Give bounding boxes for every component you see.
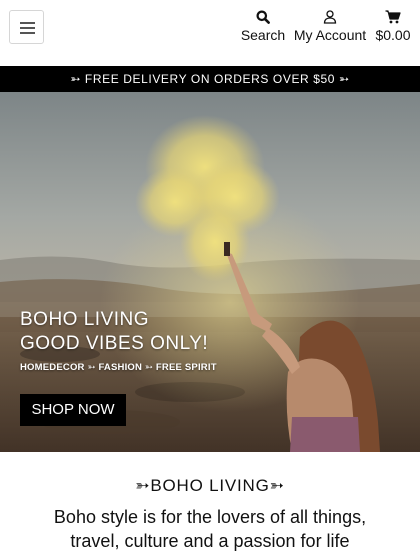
search-label: Search <box>240 27 286 43</box>
search-icon <box>256 10 270 24</box>
hero-title: BOHO LIVING GOOD VIBES ONLY! <box>20 308 208 356</box>
hero-title-line-1: BOHO LIVING <box>20 309 150 330</box>
announcement-bar: ➳ FREE DELIVERY ON ORDERS OVER $50 ➳ <box>0 66 420 92</box>
cart-link[interactable]: $0.00 <box>372 8 414 48</box>
hero-title-line-2: GOOD VIBES ONLY! <box>20 333 209 354</box>
hamburger-icon-bar <box>20 27 35 29</box>
cart-total: $0.00 <box>375 27 411 43</box>
cart-icon <box>385 10 401 24</box>
section-title: ➳BOHO LIVING➳ <box>135 476 285 495</box>
hero-banner: BOHO LIVING GOOD VIBES ONLY! HOMEDECOR ➳… <box>0 92 420 452</box>
menu-button[interactable] <box>9 10 44 44</box>
hamburger-icon-bar <box>20 32 35 34</box>
hero-subtitle: HOMEDECOR ➳ FASHION ➳ FREE SPIRIT <box>20 362 217 373</box>
section-description: Boho style is for the lovers of all thin… <box>53 507 367 551</box>
site-header: Search My Account $0.00 <box>0 0 420 66</box>
shop-now-button[interactable]: SHOP NOW <box>20 394 126 426</box>
my-account-link[interactable]: My Account <box>292 8 368 48</box>
user-icon <box>323 10 337 24</box>
search-link[interactable]: Search <box>240 8 286 48</box>
my-account-label: My Account <box>293 27 367 43</box>
hamburger-icon <box>20 22 35 24</box>
